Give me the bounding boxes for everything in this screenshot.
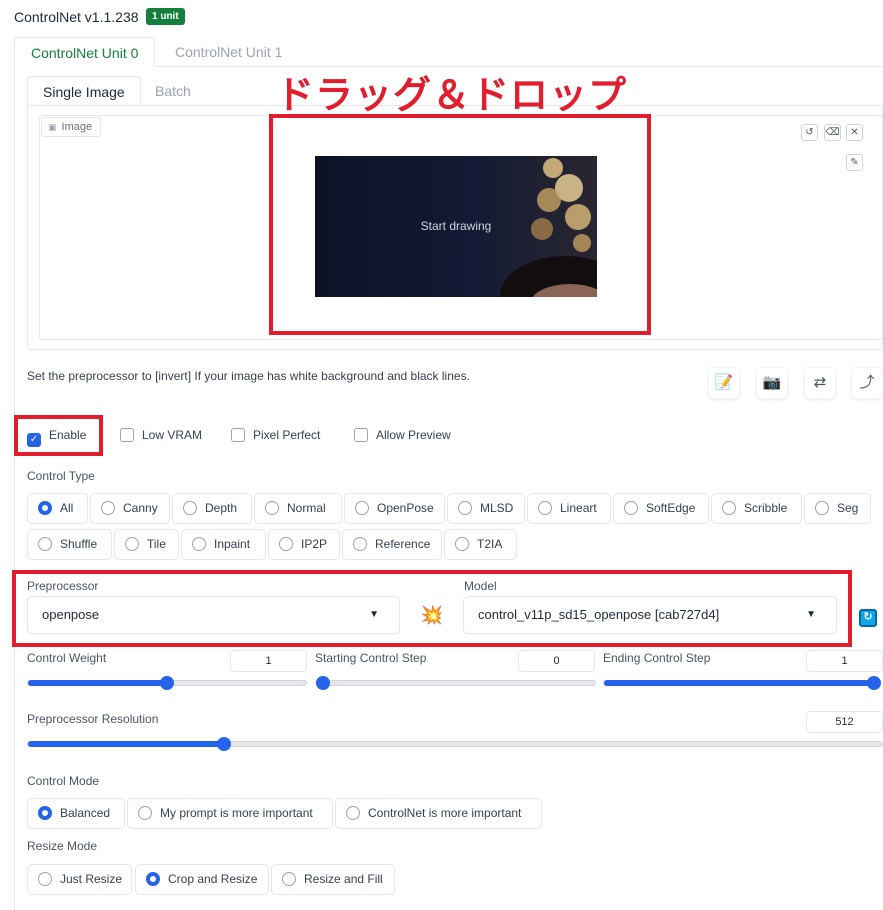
drag-drop-highlight — [269, 114, 651, 335]
starting-step-input[interactable]: 0 — [518, 650, 595, 672]
control-weight-input[interactable]: 1 — [230, 650, 307, 672]
slider-handle[interactable] — [867, 676, 881, 690]
control-type-normal[interactable]: Normal — [254, 493, 342, 524]
resize-mode-crop-and-resize[interactable]: Crop and Resize — [135, 864, 269, 895]
invert-hint: Set the preprocessor to [invert] If your… — [27, 369, 470, 383]
pixel-perfect-checkbox[interactable]: Pixel Perfect — [231, 426, 320, 444]
starting-step-slider[interactable] — [316, 676, 596, 690]
control-type-lineart[interactable]: Lineart — [527, 493, 611, 524]
control-type-tile[interactable]: Tile — [114, 529, 179, 560]
control-mode-controlnet[interactable]: ControlNet is more important — [335, 798, 542, 829]
model-label: Model — [464, 579, 497, 593]
drag-drop-annotation: ドラッグ＆ドロップ — [276, 73, 628, 117]
slider-handle[interactable] — [316, 676, 330, 690]
swap-icon[interactable]: ⇄ — [804, 367, 836, 399]
control-type-all[interactable]: All — [27, 493, 88, 524]
control-type-seg[interactable]: Seg — [804, 493, 871, 524]
resize-mode-just-resize[interactable]: Just Resize — [27, 864, 132, 895]
resolution-label: Preprocessor Resolution — [27, 712, 159, 726]
ending-step-slider[interactable] — [603, 676, 881, 690]
resolution-input[interactable]: 512 — [806, 711, 883, 733]
tab-controlnet-unit-1[interactable]: ControlNet Unit 1 — [159, 37, 298, 67]
tab-single-image[interactable]: Single Image — [27, 76, 141, 106]
control-type-label: Control Type — [27, 469, 95, 483]
camera-icon[interactable]: 📷 — [756, 367, 788, 399]
edit-icon[interactable]: 📝 — [708, 367, 740, 399]
tab-controlnet-unit-0[interactable]: ControlNet Unit 0 — [14, 37, 156, 67]
undo-icon[interactable]: ↺ — [801, 124, 818, 141]
extension-title: ControlNet v1.1.238 — [14, 9, 139, 25]
send-dimensions-icon[interactable]: ⤴ — [851, 367, 883, 399]
control-type-shuffle[interactable]: Shuffle — [27, 529, 112, 560]
control-type-ip2p[interactable]: IP2P — [268, 529, 340, 560]
control-mode-prompt[interactable]: My prompt is more important — [127, 798, 333, 829]
low-vram-checkbox[interactable]: Low VRAM — [120, 426, 202, 444]
resize-mode-label: Resize Mode — [27, 839, 98, 853]
caret-down-icon: ▼ — [369, 609, 379, 620]
control-type-t2ia[interactable]: T2IA — [444, 529, 517, 560]
ending-step-input[interactable]: 1 — [806, 650, 883, 672]
enable-checkbox[interactable]: ✓ Enable — [27, 426, 86, 447]
control-weight-label: Control Weight — [27, 651, 107, 665]
preprocessor-dropdown[interactable]: openpose ▼ — [27, 596, 400, 634]
control-type-canny[interactable]: Canny — [90, 493, 170, 524]
eraser-icon[interactable]: ⌫ — [824, 124, 841, 141]
control-type-softedge[interactable]: SoftEdge — [613, 493, 709, 524]
run-preprocessor-icon[interactable]: 💥 — [418, 603, 446, 631]
unit-count-badge: 1 unit — [146, 8, 185, 25]
control-mode-label: Control Mode — [27, 774, 100, 788]
unit-tab-bar: ControlNet Unit 0 ControlNet Unit 1 — [14, 37, 883, 67]
control-weight-slider[interactable] — [27, 676, 307, 690]
close-icon[interactable]: ✕ — [846, 124, 863, 141]
tab-batch[interactable]: Batch — [140, 76, 206, 106]
control-type-reference[interactable]: Reference — [342, 529, 442, 560]
control-type-scribble[interactable]: Scribble — [711, 493, 802, 524]
image-icon: ▣ — [48, 122, 57, 132]
refresh-models-icon[interactable]: ↻ — [859, 609, 877, 627]
starting-step-label: Starting Control Step — [315, 651, 427, 665]
resolution-slider[interactable] — [27, 737, 883, 751]
image-label: ▣ Image — [41, 117, 102, 137]
allow-preview-checkbox[interactable]: Allow Preview — [354, 426, 451, 444]
caret-down-icon: ▼ — [806, 609, 816, 620]
control-type-inpaint[interactable]: Inpaint — [181, 529, 266, 560]
check-icon: ✓ — [27, 433, 41, 447]
control-mode-balanced[interactable]: Balanced — [27, 798, 125, 829]
model-dropdown[interactable]: control_v11p_sd15_openpose [cab727d4] ▼ — [463, 596, 837, 634]
ending-step-label: Ending Control Step — [603, 651, 711, 665]
preprocessor-label: Preprocessor — [27, 579, 99, 593]
slider-handle[interactable] — [160, 676, 174, 690]
control-type-openpose[interactable]: OpenPose — [344, 493, 445, 524]
control-type-mlsd[interactable]: MLSD — [447, 493, 525, 524]
brush-icon[interactable]: ✎ — [846, 154, 863, 171]
control-type-depth[interactable]: Depth — [172, 493, 252, 524]
resize-mode-resize-and-fill[interactable]: Resize and Fill — [271, 864, 395, 895]
